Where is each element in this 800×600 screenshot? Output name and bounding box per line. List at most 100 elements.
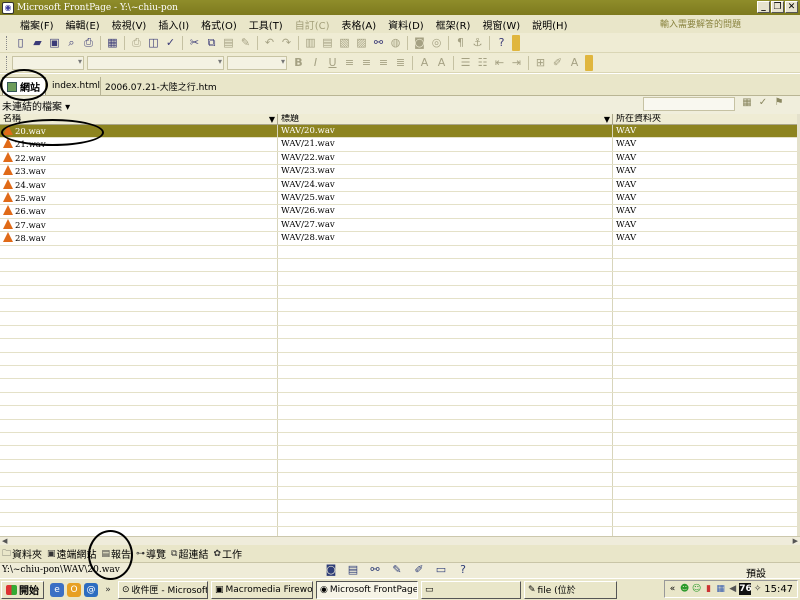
tab-website[interactable]: 網站 xyxy=(2,77,46,95)
hyperlink-insert-icon[interactable]: ⚯ xyxy=(370,35,387,51)
show-all-icon[interactable]: ¶ xyxy=(452,35,469,51)
toolbar-options-icon[interactable] xyxy=(585,54,593,71)
highlight-icon[interactable]: ✐ xyxy=(549,55,566,71)
table-row[interactable]: 23.wav WAV/23.wav WAV xyxy=(0,165,797,179)
report-settings-dropdown[interactable] xyxy=(643,97,735,111)
internet-explorer-icon[interactable]: e xyxy=(50,582,64,597)
insert-table-icon[interactable]: ▥ xyxy=(302,35,319,51)
font-size-dropdown[interactable] xyxy=(227,55,287,70)
anchor-icon[interactable]: ⚓ xyxy=(469,35,486,51)
sort-arrow-icon[interactable]: ▼ xyxy=(604,114,610,125)
copy-icon[interactable]: ⧉ xyxy=(203,35,220,51)
table-row[interactable]: 25.wav WAV/25.wav WAV xyxy=(0,191,797,206)
close-button[interactable]: ✕ xyxy=(785,1,798,13)
menu-format[interactable]: 格式(O) xyxy=(195,17,243,32)
print-icon[interactable]: ⎙ xyxy=(128,35,145,51)
decrease-font-icon[interactable]: A xyxy=(433,55,450,71)
msn-icon[interactable]: ☻ xyxy=(679,583,690,595)
more-quick-launch-icon[interactable]: » xyxy=(101,583,115,597)
antivirus-icon[interactable]: ▮ xyxy=(703,583,714,595)
redo-icon[interactable]: ↷ xyxy=(278,35,295,51)
table-row[interactable]: 26.wav WAV/26.wav WAV xyxy=(0,205,797,219)
network-icon[interactable]: ▦ xyxy=(715,583,726,595)
menu-edit[interactable]: 編輯(E) xyxy=(60,17,106,32)
menu-table[interactable]: 表格(A) xyxy=(336,17,383,32)
table-row[interactable]: 28.wav WAV/28.wav WAV xyxy=(0,232,797,246)
help-icon[interactable]: ? xyxy=(493,35,510,51)
borders-icon[interactable]: ⊞ xyxy=(532,55,549,71)
report-selector[interactable]: 未連結的檔案 ▾ xyxy=(0,98,70,113)
font-dropdown[interactable] xyxy=(87,55,224,70)
sort-arrow-icon[interactable]: ▼ xyxy=(269,114,275,125)
save-icon[interactable]: ▣ xyxy=(46,35,63,51)
underline-icon[interactable]: U xyxy=(324,55,341,71)
messenger-icon[interactable]: ☺ xyxy=(691,583,702,595)
stop-icon[interactable]: ◎ xyxy=(428,35,445,51)
increase-font-icon[interactable]: A xyxy=(416,55,433,71)
frontpage-app-icon[interactable]: ◉ xyxy=(2,1,14,14)
preview-icon[interactable]: ◫ xyxy=(145,35,162,51)
start-button[interactable]: 開始 xyxy=(1,580,44,599)
verify-hyperlink-icon[interactable]: ✓ xyxy=(756,97,770,111)
menu-tools[interactable]: 工具(T) xyxy=(243,17,289,32)
minimize-button[interactable]: _ xyxy=(757,1,770,13)
view-remote-site-button[interactable]: ▣ 遠端網站 xyxy=(45,546,100,562)
restore-button[interactable]: ❐ xyxy=(771,1,784,13)
drawing-icon[interactable]: ▨ xyxy=(353,35,370,51)
scroll-right-icon[interactable]: ▶ xyxy=(793,537,798,545)
view-tasks-button[interactable]: ✿ 工作 xyxy=(211,546,245,562)
refresh-icon[interactable]: ◙ xyxy=(411,35,428,51)
tab-index-html[interactable]: index.html xyxy=(48,77,104,95)
toolbar-grip[interactable] xyxy=(6,55,9,70)
bullets-icon[interactable]: ☷ xyxy=(474,55,491,71)
view-reports-button[interactable]: ▤ 報告 xyxy=(100,546,135,562)
cut-icon[interactable]: ✂ xyxy=(186,35,203,51)
table-row[interactable]: 24.wav WAV/24.wav WAV xyxy=(0,178,797,192)
publish-icon[interactable]: ⎙ xyxy=(80,35,97,51)
view-hyperlinks-button[interactable]: ⧉ 超連結 xyxy=(169,546,211,562)
edit-hyperlink-icon[interactable]: ▦ xyxy=(740,97,754,111)
tray-badge-icon[interactable]: 76 xyxy=(739,583,752,595)
toolbar-options-icon[interactable] xyxy=(512,34,520,51)
opera-icon[interactable]: O xyxy=(67,582,81,597)
pen-tool-icon[interactable]: ✐ xyxy=(410,563,428,578)
font-color-icon[interactable]: A xyxy=(566,55,583,71)
justify-icon[interactable]: ≣ xyxy=(392,55,409,71)
format-painter-icon[interactable]: ✎ xyxy=(237,35,254,51)
align-left-icon[interactable]: ≡ xyxy=(341,55,358,71)
table-row[interactable]: 21.wav WAV/21.wav WAV xyxy=(0,138,797,152)
numbering-icon[interactable]: ☰ xyxy=(457,55,474,71)
help-tool-icon[interactable]: ? xyxy=(454,563,472,578)
insert-picture-icon[interactable]: ▧ xyxy=(336,35,353,51)
menu-help[interactable]: 說明(H) xyxy=(526,17,573,32)
tab-trip-page[interactable]: 2006.07.21-大陸之行.htm xyxy=(100,77,221,95)
horizontal-scrollbar[interactable]: ◀ ▶ xyxy=(0,536,800,545)
table-row[interactable]: 20.wav WAV/20.wav WAV xyxy=(0,125,797,139)
menu-frames[interactable]: 框架(R) xyxy=(430,17,477,32)
increase-indent-icon[interactable]: ⇥ xyxy=(508,55,525,71)
firefox-icon[interactable]: @ xyxy=(84,582,98,597)
toolbar-grip[interactable] xyxy=(6,35,9,50)
window-tool-icon[interactable]: ▭ xyxy=(432,563,450,578)
task-fireworks[interactable]: ▣ Macromedia Firewo... xyxy=(211,580,313,599)
comment-icon[interactable]: ◍ xyxy=(387,35,404,51)
task-frontpage[interactable]: ◉ Microsoft FrontPage... xyxy=(316,580,418,599)
help-question-input[interactable]: 輸入需要解答的問題 xyxy=(660,16,795,31)
web-component-icon[interactable]: ▦ xyxy=(104,35,121,51)
italic-icon[interactable]: I xyxy=(307,55,324,71)
align-right-icon[interactable]: ≡ xyxy=(375,55,392,71)
keyboard-icon[interactable]: ▤ xyxy=(344,563,362,578)
menu-insert[interactable]: 插入(I) xyxy=(152,17,195,32)
open-folder-icon[interactable]: ▰ xyxy=(29,35,46,51)
view-folders-button[interactable]: 🗀 資料夾 xyxy=(0,546,45,562)
column-header-name[interactable]: 名稱 ▼ xyxy=(0,114,278,124)
search-icon[interactable]: ⌕ xyxy=(63,35,80,51)
menu-view[interactable]: 檢視(V) xyxy=(106,17,153,32)
web-icon[interactable]: ◙ xyxy=(322,563,340,578)
align-center-icon[interactable]: ≡ xyxy=(358,55,375,71)
task-file-location[interactable]: ✎ file (位於 xyxy=(524,580,617,599)
bold-icon[interactable]: B xyxy=(290,55,307,71)
column-header-folder[interactable]: 所在資料夾 xyxy=(613,114,797,124)
spelling-icon[interactable]: ✓ xyxy=(162,35,179,51)
new-page-icon[interactable]: ▯ xyxy=(12,35,29,51)
